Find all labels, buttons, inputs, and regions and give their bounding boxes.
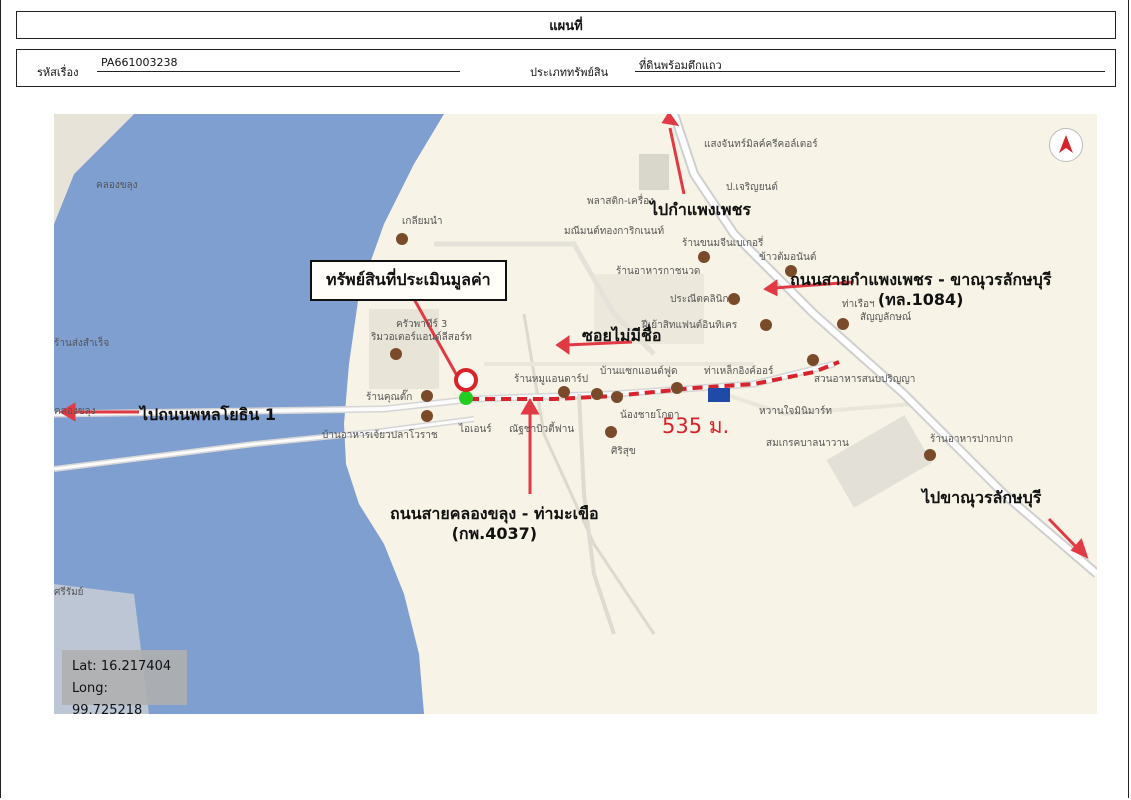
longitude-text: Long: 99.725218 [72,681,143,714]
poi-label: ประณีตคลินิก [670,294,729,305]
case-code-value: PA661003238 [97,56,460,72]
poi-label: ร้านอาหารกาชนวด [616,266,701,277]
restaurant-icon [924,449,936,461]
restaurant-icon [760,319,772,331]
info-row: รหัสเรื่อง PA661003238 ประเภททรัพย์สิน ท… [16,49,1116,87]
poi-label: ร้านขนมจีนเบเกอรี่ [682,238,764,249]
poi-label: ท่าเหล็กอิงค์ออร์ [704,366,774,377]
restaurant-icon [396,233,408,245]
poi-label: ไอเอนร์ [459,424,492,435]
restaurant-icon [611,391,623,403]
map[interactable]: คลองขลุง แสงจันทร์มิลค์ครีคอล์เตอร์ป.เจริ… [54,114,1097,714]
restaurant-icon [698,251,710,263]
poi-label: มณีมนต์ทองการิกเนนท์ [564,226,665,237]
label-kp-road-line2: (ทล.1084) [877,290,964,309]
label-unnamed-soi: ซอยไม่มีชื่อ [582,326,662,345]
poi-label: ศิริสุข [611,446,636,457]
poi-label: คลองขลุง [54,406,96,417]
restaurant-icon [558,386,570,398]
poi-label: ริมวอเตอร์แอนด์ลีสอร์ท [371,332,472,343]
poi-label: หวานใจมินิมาร์ท [759,406,832,417]
poi-label: ณัฐชาบิวตี้ฟาน [509,424,575,435]
asset-type-label: ประเภททรัพย์สิน [530,66,609,79]
north-arrow-icon[interactable] [1049,128,1083,162]
poi-label: ศรีรัมย์ [54,587,84,598]
poi-label: แสงจันทร์มิลค์ครีคอล์เตอร์ [704,139,818,150]
label-kp-road-line1: ถนนสายกำแพงเพชร - ขาณุวรลักษบุรี [790,270,1052,289]
restaurant-icon [807,354,819,366]
poi-label: ร้านคุณตั๊ก [366,392,413,403]
poi-label: ป.เจริญยนต์ [726,182,778,193]
poi-label: สวนอาหารสนบปริญญา [814,374,916,385]
poi-label: ร้านอาหารปากปาก [930,434,1014,445]
poi-label: เกลียมนำ [402,216,443,227]
poi-label: สมเกรคบาลนาวาน [766,438,849,449]
label-to-phahonyothin: ไปถนนพหลโยธิน 1 [140,405,277,424]
restaurant-icon [671,382,683,394]
poi-label: พลาสติก-เครื่อง [587,196,654,207]
distance-label: 535 ม. [662,414,730,438]
restaurant-icon [390,348,402,360]
label-local-road-line1: ถนนสายคลองขลุง - ท่ามะเขือ [390,504,599,523]
label-local-road: ถนนสายคลองขลุง - ท่ามะเขือ (กพ.4037) [390,504,599,544]
restaurant-icon [421,410,433,422]
latitude-text: Lat: 16.217404 [72,659,172,674]
case-code-label: รหัสเรื่อง [37,66,79,79]
poi-label: คลองขลุง [96,180,138,191]
label-local-road-line2: (กพ.4037) [451,524,538,543]
label-to-khanu: ไปขาณุวรลักษบุรี [922,488,1042,507]
poi-label: บ้านแซกแอนด์ฟูด [600,366,678,377]
subject-dot [459,391,473,405]
north-arrow-shape [1059,135,1073,153]
poi-label: ร้านส่งสำเร็จ [54,338,110,349]
building-block [639,154,669,190]
label-kp-road: ถนนสายกำแพงเพชร - ขาณุวรลักษบุรี (ทล.108… [790,270,1051,310]
label-to-kamphaeng-phet: ไปกำแพงเพชร [650,200,752,219]
poi-label: สัญญลักษณ์ [860,312,912,323]
bank-icon [708,388,730,402]
restaurant-icon [591,388,603,400]
poi-label: ข้าวต้มอนันต์ [759,252,817,263]
coordinates-panel: Lat: 16.217404 Long: 99.725218 [62,650,187,714]
poi-label: ร้านหมูแอนดาร์ป [514,374,589,385]
asset-type-value: ที่ดินพร้อมตึกแถว [635,56,1105,72]
restaurant-icon [421,390,433,402]
subject-callout: ทรัพย์สินที่ประเมินมูลค่า [310,260,507,301]
restaurant-icon [728,293,740,305]
restaurant-icon [837,318,849,330]
subject-pin-ring [454,368,478,392]
poi-label: บ้านอาหารเจ้ยวปลาโวราช [322,430,438,441]
page-title: แผนที่ [16,11,1116,39]
restaurant-icon [605,426,617,438]
